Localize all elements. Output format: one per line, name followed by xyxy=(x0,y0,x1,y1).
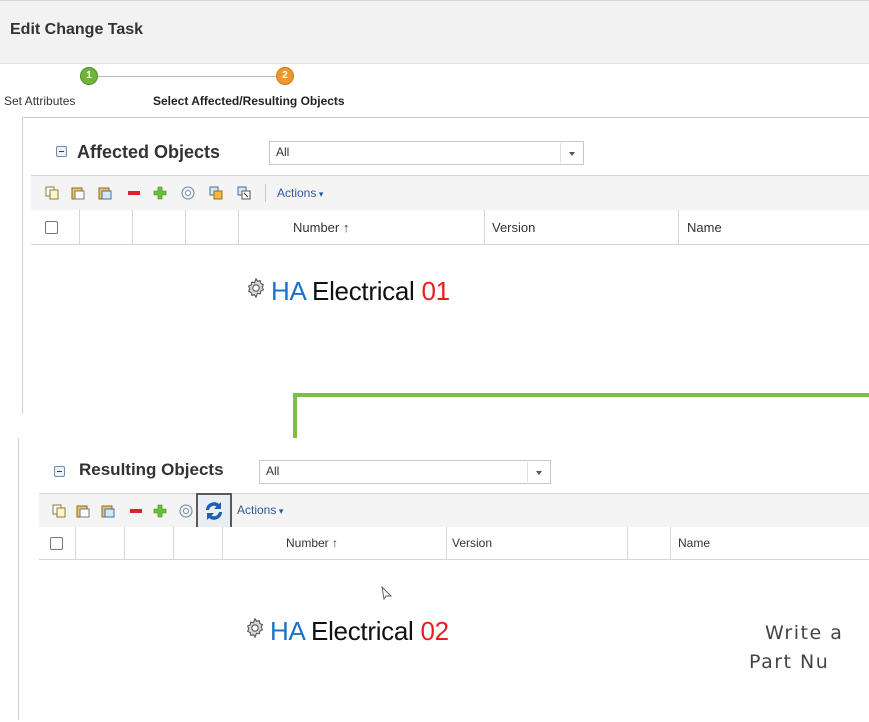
affected-grid-header: Number ↑ Version Name xyxy=(31,210,869,245)
affected-filter-select[interactable]: All xyxy=(269,141,584,165)
wizard-step-2-badge[interactable]: 2 xyxy=(276,67,294,85)
paste-icon[interactable] xyxy=(76,504,90,518)
affected-objects-panel: Affected Objects All Actions ▾ Number ↑ … xyxy=(22,117,869,414)
header-cell xyxy=(627,527,671,559)
refresh-button[interactable] xyxy=(196,493,232,529)
column-number[interactable]: Number ↑ xyxy=(222,527,447,559)
column-name[interactable]: Name xyxy=(670,527,869,559)
column-version-label: Version xyxy=(492,220,536,235)
column-number[interactable]: Number ↑ xyxy=(238,210,485,244)
column-number-label: Number ↑ xyxy=(293,220,350,235)
copy-icon[interactable] xyxy=(52,504,66,518)
object-category: Electrical xyxy=(312,276,415,306)
affected-actions-menu[interactable]: Actions ▾ xyxy=(277,186,323,200)
header-cell xyxy=(31,210,80,244)
chevron-down-icon xyxy=(527,462,550,482)
object-prefix: HA xyxy=(270,616,305,646)
resulting-object-label: HA Electrical 02 xyxy=(270,616,449,647)
annotation-line-2: Part Nu xyxy=(749,651,830,673)
remove-icon[interactable] xyxy=(129,504,143,518)
chevron-down-icon: ▾ xyxy=(316,189,324,199)
copy-icon[interactable] xyxy=(45,186,59,200)
paste-special-icon[interactable] xyxy=(98,186,112,200)
object-category: Electrical xyxy=(311,616,414,646)
paste-special-icon[interactable] xyxy=(101,504,115,518)
resulting-actions-menu[interactable]: Actions ▾ xyxy=(237,503,283,517)
header-cell xyxy=(132,210,186,244)
wizard-step-1-badge[interactable]: 1 xyxy=(80,67,98,85)
add-icon[interactable] xyxy=(153,504,167,518)
select-all-checkbox[interactable] xyxy=(50,537,63,550)
header-cell xyxy=(124,527,174,559)
toolbar-separator xyxy=(265,184,266,202)
actions-label: Actions xyxy=(237,503,277,517)
header-cell xyxy=(185,210,239,244)
affected-filter-value: All xyxy=(276,145,290,159)
column-version-label: Version xyxy=(452,536,493,550)
header-cell xyxy=(75,527,125,559)
header-cell xyxy=(173,527,223,559)
add-icon[interactable] xyxy=(153,186,167,200)
dialog-header: Edit Change Task xyxy=(0,0,869,64)
connector-line-horizontal xyxy=(293,393,869,397)
refresh-icon xyxy=(206,502,222,520)
object-prefix: HA xyxy=(271,276,306,306)
cursor-icon xyxy=(381,586,393,600)
gear-icon xyxy=(246,617,264,639)
resulting-filter-select[interactable]: All xyxy=(259,460,551,484)
header-cell xyxy=(39,527,76,559)
gear-icon xyxy=(247,277,265,299)
wizard-step-1-label[interactable]: Set Attributes xyxy=(4,94,75,108)
remove-icon[interactable] xyxy=(127,186,141,200)
dialog-title: Edit Change Task xyxy=(10,21,144,38)
revise-icon[interactable] xyxy=(209,186,223,200)
object-number: 02 xyxy=(420,616,449,646)
resulting-grid-header: Number ↑ Version Name xyxy=(39,527,869,560)
column-number-label: Number ↑ xyxy=(286,536,339,550)
revise-alt-icon[interactable] xyxy=(237,186,251,200)
object-number: 01 xyxy=(421,276,450,306)
affected-object-label: HA Electrical 01 xyxy=(271,276,450,307)
wizard-step-2-label[interactable]: Select Affected/Resulting Objects xyxy=(153,94,345,108)
info-icon[interactable] xyxy=(179,504,193,518)
column-version[interactable]: Version xyxy=(484,210,679,244)
column-version[interactable]: Version xyxy=(446,527,628,559)
column-name-label: Name xyxy=(687,220,722,235)
actions-label: Actions xyxy=(277,186,317,200)
chevron-down-icon xyxy=(560,143,583,163)
affected-collapse-button[interactable] xyxy=(56,146,67,157)
paste-icon[interactable] xyxy=(71,186,85,200)
column-name[interactable]: Name xyxy=(678,210,869,244)
resulting-toolbar: Actions ▾ xyxy=(39,493,869,529)
affected-toolbar: Actions ▾ xyxy=(31,175,869,212)
info-icon[interactable] xyxy=(181,186,195,200)
select-all-checkbox[interactable] xyxy=(45,221,58,234)
annotation-line-1: Write a xyxy=(765,622,844,644)
affected-objects-title: Affected Objects xyxy=(77,142,221,162)
resulting-filter-value: All xyxy=(266,464,280,478)
wizard-connector xyxy=(97,76,276,77)
resulting-objects-title: Resulting Objects xyxy=(79,460,224,479)
resulting-collapse-button[interactable] xyxy=(54,466,65,477)
resulting-objects-panel: Resulting Objects All Actions ▾ Number ↑ xyxy=(18,438,869,720)
chevron-down-icon: ▾ xyxy=(276,506,284,516)
header-cell xyxy=(79,210,133,244)
column-name-label: Name xyxy=(678,536,711,550)
